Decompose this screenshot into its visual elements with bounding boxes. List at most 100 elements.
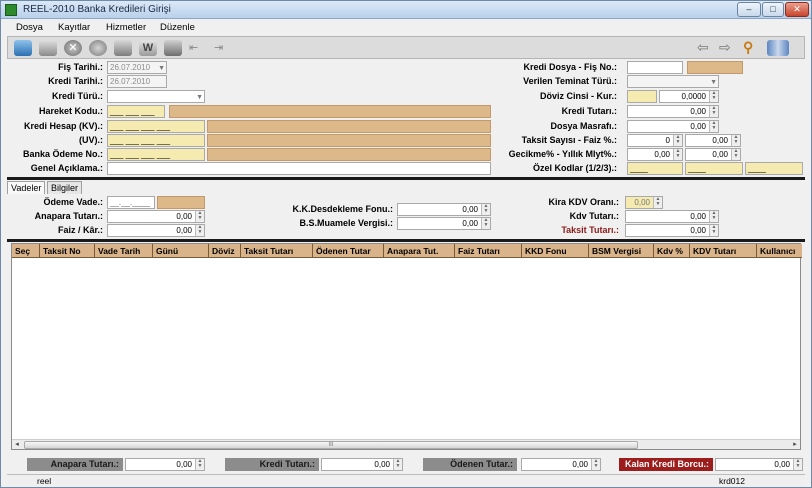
col-vade-tarih[interactable]: Vade Tarih [95, 244, 153, 258]
anapara-field[interactable]: 0,00 ▲ ▼ [107, 210, 205, 223]
tab-vadeler[interactable]: Vadeler [7, 181, 46, 195]
total-odenen-spinner[interactable]: ▲ ▼ [591, 459, 600, 470]
col-bsm-vergisi[interactable]: BSM Vergisi [589, 244, 654, 258]
total-odenen-field[interactable]: 0,00 ▲ ▼ [521, 458, 601, 471]
maximize-button[interactable]: □ [762, 2, 784, 17]
kkd-field[interactable]: 0,00 ▲ ▼ [397, 203, 491, 216]
col-kkd-fonu[interactable]: KKD Fonu [522, 244, 589, 258]
menu-kayitlar[interactable]: Kayıtlar [58, 22, 90, 33]
odeme-vade-field[interactable]: __.__.____ [107, 196, 155, 209]
total-kredi-field[interactable]: 0,00 ▲ ▼ [321, 458, 403, 471]
total-anapara-label: Anapara Tutarı.: [27, 458, 123, 471]
word-export-icon[interactable]: W [139, 40, 157, 56]
doviz-field[interactable] [627, 90, 657, 103]
col-anapara-tut[interactable]: Anapara Tut. [384, 244, 455, 258]
kredi-hesap-field[interactable]: ___ ___ ___ ___ [107, 120, 205, 133]
genel-aciklama-field[interactable] [107, 162, 491, 175]
refresh-icon[interactable] [89, 40, 107, 56]
fis-tarihi-field[interactable]: 26.07.2010 ▼ [107, 61, 167, 74]
taksit-sayisi-spinner[interactable]: ▲ ▼ [673, 135, 682, 146]
faiz-kar-spinner[interactable]: ▲ ▼ [195, 225, 204, 236]
total-anapara-field[interactable]: 0,00 ▲ ▼ [125, 458, 205, 471]
col-taksit-tutari[interactable]: Taksit Tutarı [241, 244, 313, 258]
anapara-spinner[interactable]: ▲ ▼ [195, 211, 204, 222]
yillik-field[interactable]: 0,00 ▲ ▼ [685, 148, 741, 161]
gecikme-spinner[interactable]: ▲ ▼ [673, 149, 682, 160]
status-bar: reel krd012 [7, 474, 805, 487]
close-button[interactable]: ✕ [785, 2, 809, 17]
kalan-kredi-field[interactable]: 0,00 ▲ ▼ [715, 458, 803, 471]
horizontal-scrollbar[interactable]: ◂ III ▸ [12, 439, 800, 449]
kredi-turu-select[interactable]: ▼ [107, 90, 205, 103]
col-taksit-no[interactable]: Taksit No [40, 244, 95, 258]
dosya-masrafi-spinner[interactable]: ▲ ▼ [709, 121, 718, 132]
teminat-select[interactable]: ▼ [627, 75, 719, 88]
faiz-field[interactable]: 0,00 ▲ ▼ [685, 134, 741, 147]
collapse-icon[interactable]: ⇤ [189, 40, 209, 56]
kredi-tarihi-field[interactable]: 26.07.2010 [107, 75, 167, 88]
ozel-kod-3-field[interactable]: ____ [745, 162, 803, 175]
taksit-tutari-spinner[interactable]: ▲ ▼ [709, 225, 718, 236]
chevron-down-icon[interactable]: ▼ [710, 77, 717, 87]
next-arrow-icon[interactable]: ⇨ [719, 40, 739, 56]
banka-odeme-field[interactable]: ___ ___ ___ ___ [107, 148, 205, 161]
kur-spinner[interactable]: ▲ ▼ [709, 91, 718, 102]
kredi-tutari-spinner[interactable]: ▲ ▼ [709, 106, 718, 117]
menu-duzenle[interactable]: Düzenle [160, 22, 195, 33]
gecikme-field[interactable]: 0,00 ▲ ▼ [627, 148, 683, 161]
previous-arrow-icon[interactable]: ⇦ [697, 40, 717, 56]
calendar-dropdown-icon[interactable]: ▼ [158, 63, 165, 73]
col-doviz[interactable]: Döviz [209, 244, 241, 258]
scroll-left-icon[interactable]: ◂ [12, 440, 22, 449]
print-icon[interactable] [164, 40, 182, 56]
kredi-tutari-field[interactable]: 0,00 ▲ ▼ [627, 105, 719, 118]
chevron-down-icon[interactable]: ▼ [196, 92, 203, 102]
expand-icon[interactable]: ⇥ [214, 40, 238, 56]
yillik-spinner[interactable]: ▲ ▼ [731, 149, 740, 160]
col-kdv-yuzde[interactable]: Kdv % [654, 244, 690, 258]
uv-label: (UV).: [79, 135, 103, 145]
scroll-thumb[interactable]: III [24, 441, 638, 449]
faiz-spinner[interactable]: ▲ ▼ [731, 135, 740, 146]
minimize-button[interactable]: – [737, 2, 761, 17]
col-faiz-tutari[interactable]: Faiz Tutarı [455, 244, 522, 258]
total-kredi-spinner[interactable]: ▲ ▼ [393, 459, 402, 470]
installment-grid[interactable]: Seç Taksit No Vade Tarih Günü Döviz Taks… [11, 243, 802, 450]
kalan-kredi-spinner[interactable]: ▲ ▼ [793, 459, 802, 470]
kira-kdv-field[interactable]: 0,00 ▲ ▼ [625, 196, 663, 209]
col-sec[interactable]: Seç [12, 244, 40, 258]
fis-no-field[interactable] [687, 61, 743, 74]
delete-icon[interactable]: ✕ [64, 40, 82, 56]
report-icon[interactable] [767, 40, 789, 56]
kdv-tutari-field[interactable]: 0,00 ▲ ▼ [625, 210, 719, 223]
bsmv-field[interactable]: 0,00 ▲ ▼ [397, 217, 491, 230]
faiz-kar-field[interactable]: 0,00 ▲ ▼ [107, 224, 205, 237]
tab-strip: Vadeler Bilgiler [7, 181, 805, 195]
taksit-sayisi-field[interactable]: 0 ▲ ▼ [627, 134, 683, 147]
col-gunu[interactable]: Günü [153, 244, 209, 258]
kur-field[interactable]: 0,0000 ▲ ▼ [659, 90, 719, 103]
tools-icon[interactable] [114, 40, 132, 56]
tab-bilgiler[interactable]: Bilgiler [47, 181, 83, 194]
kredi-dosya-field[interactable] [627, 61, 683, 74]
edit-icon[interactable] [39, 40, 57, 56]
col-kdv-tutari[interactable]: KDV Tutarı [690, 244, 757, 258]
new-record-icon[interactable] [14, 40, 32, 56]
hareket-kodu-field[interactable]: ___ ___ ___ [107, 105, 165, 118]
ozel-kod-1-field[interactable]: ____ [627, 162, 683, 175]
menu-dosya[interactable]: Dosya [16, 22, 43, 33]
scroll-right-icon[interactable]: ▸ [790, 440, 800, 449]
total-anapara-spinner[interactable]: ▲ ▼ [195, 459, 204, 470]
search-icon[interactable]: ⚲ [743, 40, 761, 56]
kdv-tutari-spinner[interactable]: ▲ ▼ [709, 211, 718, 222]
ozel-kod-2-field[interactable]: ____ [685, 162, 743, 175]
col-kullanici[interactable]: Kullanıcı [757, 244, 802, 258]
taksit-tutari-field[interactable]: 0,00 ▲ ▼ [625, 224, 719, 237]
col-odenen-tutar[interactable]: Ödenen Tutar [313, 244, 384, 258]
kkd-spinner[interactable]: ▲ ▼ [481, 204, 490, 215]
menu-hizmetler[interactable]: Hizmetler [106, 22, 146, 33]
dosya-masrafi-field[interactable]: 0,00 ▲ ▼ [627, 120, 719, 133]
kira-kdv-spinner[interactable]: ▲ ▼ [653, 197, 662, 208]
bsmv-spinner[interactable]: ▲ ▼ [481, 218, 490, 229]
uv-field[interactable]: ___ ___ ___ ___ [107, 134, 205, 147]
